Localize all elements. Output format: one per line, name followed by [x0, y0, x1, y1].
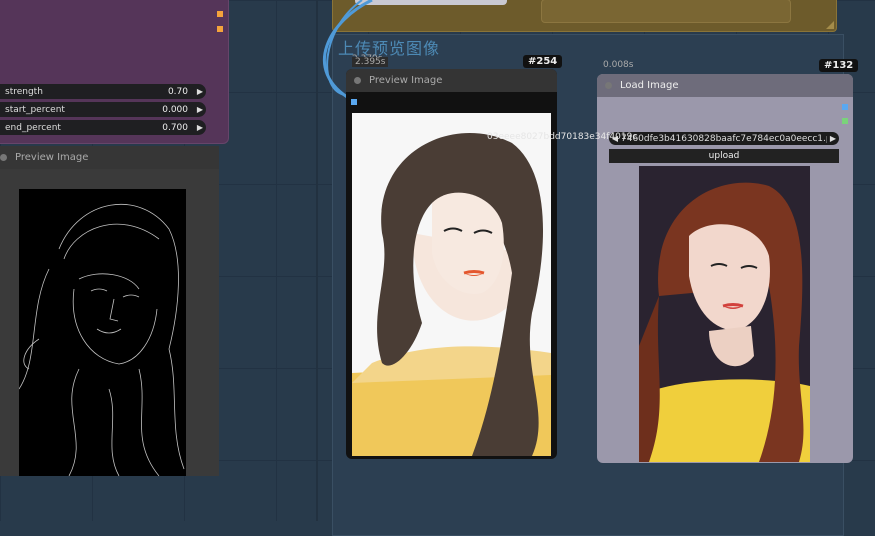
slider-label: strength	[5, 86, 43, 97]
node-title: Preview Image	[15, 152, 89, 163]
group-frame-top[interactable]	[332, 0, 837, 32]
end-percent-slider[interactable]: ◀ end_percent 0.700 ▶	[0, 120, 206, 135]
node-title: Preview Image	[369, 75, 443, 86]
node-inner[interactable]	[541, 0, 791, 23]
output-port[interactable]	[217, 11, 223, 17]
collapse-dot-icon[interactable]	[354, 77, 361, 84]
increment-arrow-icon[interactable]: ▶	[194, 123, 206, 132]
anime-portrait-image	[352, 113, 551, 456]
node-header[interactable]: Preview Image	[346, 69, 557, 92]
strength-slider[interactable]: ◀ strength 0.70 ▶	[0, 84, 206, 99]
slider-label: start_percent	[5, 104, 65, 115]
collapse-dot-icon[interactable]	[0, 154, 7, 161]
node-id-badge: #132	[819, 59, 859, 72]
output-port[interactable]	[217, 26, 223, 32]
collapse-dot-icon[interactable]	[605, 82, 612, 89]
controlnet-node[interactable]: ◀ strength 0.70 ▶ ◀ start_percent 0.000 …	[0, 0, 229, 144]
input-port[interactable]	[351, 99, 357, 105]
slider-value: 0.000	[162, 104, 188, 115]
increment-arrow-icon[interactable]: ▶	[194, 105, 206, 114]
preview-image-node-center[interactable]: Preview Image	[346, 69, 557, 459]
slider-value: 0.70	[167, 86, 188, 97]
node-header[interactable]: Load Image	[597, 74, 853, 97]
image-filename: 7460dfe3b41630828baafc7e784ec0a0eecc1.pn…	[621, 133, 827, 144]
next-arrow-icon[interactable]: ▶	[827, 134, 839, 143]
node-id-badge: #254	[523, 55, 563, 68]
upload-button[interactable]: upload	[609, 149, 839, 163]
canny-edge-image	[19, 189, 186, 476]
slider-label: end_percent	[5, 122, 61, 133]
node-header[interactable]: Preview Image	[0, 146, 219, 169]
image-select-combo[interactable]: ◀ 7460dfe3b41630828baafc7e784ec0a0eecc1.…	[609, 132, 839, 145]
node-title: Load Image	[620, 80, 679, 91]
image-output-port[interactable]	[842, 104, 848, 110]
increment-arrow-icon[interactable]: ▶	[194, 87, 206, 96]
execution-time: 0.008s	[603, 60, 634, 70]
resize-handle[interactable]	[826, 21, 834, 29]
slider-value: 0.700	[162, 122, 188, 133]
execution-time: 2.395s	[352, 57, 389, 67]
preview-image-node-left[interactable]: Preview Image	[0, 146, 219, 476]
mask-output-port[interactable]	[842, 118, 848, 124]
overflow-filename-text: 03eeee8027bdd70183e34f4019c	[487, 132, 638, 142]
start-percent-slider[interactable]: ◀ start_percent 0.000 ▶	[0, 102, 206, 117]
node-collapsed[interactable]	[355, 0, 507, 5]
loaded-photo	[639, 166, 810, 462]
canvas-divider	[316, 0, 318, 521]
